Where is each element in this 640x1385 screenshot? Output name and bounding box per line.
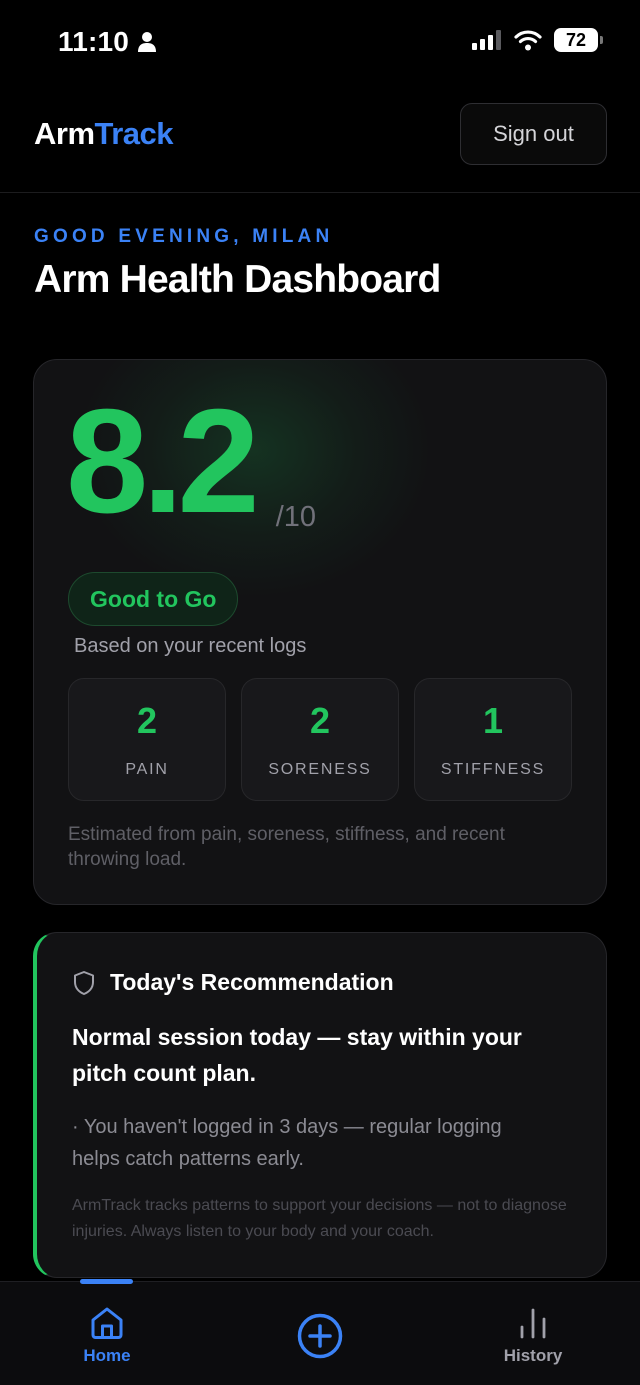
logo-track: Track [94, 116, 174, 151]
nav-history[interactable]: History [493, 1306, 573, 1366]
recommendation-title: Today's Recommendation [110, 969, 394, 995]
metrics-row: 2 PAIN 2 SORENESS 1 STIFFNESS [68, 678, 572, 801]
score-value: 8.2 [66, 379, 260, 544]
metric-value: 2 [136, 700, 158, 741]
greeting: GOOD EVENING, MILAN [34, 226, 334, 247]
estimate-note: Estimated from pain, soreness, stiffness… [68, 824, 505, 870]
status-bar: 11:10 72 [0, 0, 640, 88]
metric-value: 1 [482, 700, 504, 741]
recommendation-main: Normal session today — stay within your … [72, 1024, 522, 1086]
bar-chart-icon [520, 1308, 546, 1339]
nav-home-label: Home [83, 1346, 131, 1365]
metric-label: STIFFNESS [440, 761, 546, 778]
status-indicators: 72 [472, 28, 603, 52]
home-icon [91, 1307, 123, 1339]
page-title: Arm Health Dashboard [34, 258, 441, 301]
recommendation-disclaimer: ArmTrack tracks patterns to support your… [72, 1197, 567, 1240]
nav-home[interactable]: Home [68, 1306, 146, 1366]
battery-indicator: 72 [554, 28, 603, 52]
metric-label: SORENESS [268, 761, 372, 778]
status-time-text: 11:10 [58, 26, 130, 57]
status-badge: Good to Go [68, 572, 239, 626]
logo-arm: Arm [34, 116, 95, 151]
recommendation-note: · You haven't logged in 3 days — regular… [72, 1116, 502, 1170]
score-max: /10 [275, 501, 317, 533]
plus-circle-icon[interactable] [296, 1312, 344, 1360]
metric-pain: 2 PAIN [68, 678, 226, 801]
active-tab-indicator [80, 1279, 133, 1284]
nav-history-label: History [503, 1346, 563, 1365]
sign-out-button[interactable]: Sign out [460, 103, 607, 165]
wifi-icon [514, 30, 542, 51]
battery-level: 72 [565, 29, 587, 50]
cellular-signal-icon [472, 30, 501, 50]
metric-soreness: 2 SORENESS [241, 678, 399, 801]
score-row: 8.2 /10 [66, 388, 316, 536]
metric-stiffness: 1 STIFFNESS [414, 678, 572, 801]
recommendation-header: Today's Recommendation [72, 969, 394, 996]
metric-label: PAIN [125, 761, 169, 778]
shield-icon [74, 970, 94, 995]
metric-value: 2 [309, 700, 331, 741]
recommendation-card: Today's Recommendation Normal session to… [33, 932, 607, 1278]
app-header: ArmTrack Sign out [0, 88, 640, 193]
based-on-text: Based on your recent logs [74, 635, 307, 657]
app-logo: ArmTrack [34, 116, 174, 152]
bottom-nav: Home History [0, 1279, 640, 1385]
arm-health-score-card: 8.2 /10 Good to Go Based on your recent … [33, 359, 607, 905]
person-icon [138, 32, 157, 52]
status-time: 11:10 [58, 26, 157, 58]
